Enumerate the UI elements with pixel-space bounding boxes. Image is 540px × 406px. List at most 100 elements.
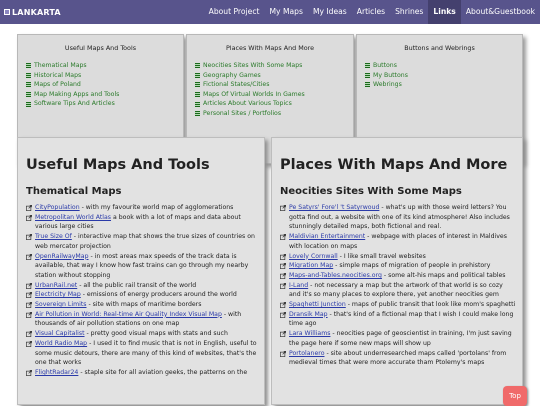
panel-link[interactable]: Software Tips And Articles [26,99,183,109]
nav-about-project[interactable]: About Project [204,0,265,24]
entry-link[interactable]: Electricity Map [35,291,81,298]
list-item: Dransik Map - that's kind of a fictional… [280,310,516,329]
panel-link[interactable]: My Buttons [365,71,522,81]
entry-link[interactable]: I-Land [289,282,308,289]
external-link-icon [26,311,32,318]
entry-link[interactable]: Migration Map [289,262,333,269]
list-item: Portolanero - site about underresearched… [280,349,516,368]
panel-link[interactable]: Personal Sites / Portfolios [195,109,353,119]
external-link-icon [280,253,286,260]
list-item: Visual Capitalist - pretty good visual m… [26,329,258,339]
nav-about-guestbook[interactable]: About&Guestbook [461,0,540,24]
external-link-icon [26,214,32,221]
external-link-icon [26,369,32,376]
panel-link-label[interactable]: Software Tips And Articles [34,99,115,109]
entry-link[interactable]: World Radio Map [35,340,87,347]
entry-link[interactable]: Pe Satyrs' Fore'l 't Satyrwoud [289,204,379,211]
panel-link[interactable]: Maps Of Virtual Worlds In Games [195,90,353,100]
entry-link[interactable]: Sovereign Limits [35,301,87,308]
entry-link[interactable]: CityPopulation [35,204,80,211]
entry-link[interactable]: Portolanero [289,350,324,357]
link-entries: Pe Satyrs' Fore'l 't Satyrwoud - what's … [280,203,516,368]
panel-link[interactable]: Geography Games [195,71,353,81]
nav-links[interactable]: Links [428,0,461,24]
panel-link-list: Buttons My Buttons Webrings [365,61,522,90]
panel-link-label[interactable]: Maps Of Virtual Worlds In Games [203,90,305,100]
external-link-icon [280,234,286,241]
list-item: Metropolitan World Atlas a book with a l… [26,213,258,232]
entry-link[interactable]: Metropolitan World Atlas [35,214,111,221]
external-link-icon [280,272,286,279]
external-link-icon [280,331,286,338]
entry-description: - not necessary a map but the artwork of… [289,281,503,299]
list-item: Electricity Map - emissions of energy pr… [26,290,258,300]
panel-link-label[interactable]: Maps of Poland [34,80,81,90]
panel-link-label[interactable]: Historical Maps [34,71,81,81]
panel-link-label[interactable]: Map Making Apps and Tools [34,90,119,100]
list-bullet-icon [365,63,370,69]
panel-link[interactable]: Neocities Sites With Some Maps [195,61,353,71]
panel-link-label[interactable]: Fictional States/Cities [203,80,269,90]
list-bullet-icon [195,111,200,117]
entry-description: - staple site for all aviation geeks, th… [78,368,248,376]
panel-link-label[interactable]: My Buttons [373,71,408,81]
entry-link[interactable]: Visual Capitalist [35,330,85,337]
panel-link[interactable]: Articles About Various Topics [195,99,353,109]
list-item: OpenRailwayMap - in most areas max speed… [26,252,258,281]
external-link-icon [26,205,32,211]
panel-link[interactable]: Fictional States/Cities [195,80,353,90]
entry-description: - pretty good visual maps with stats and… [84,330,228,338]
back-to-top-button[interactable]: Top [503,386,527,406]
entry-link[interactable]: Maldivian Entertainment [289,233,365,240]
external-link-icon [280,302,286,308]
list-item: Lovely Cornwall - I like small travel we… [280,252,516,262]
panel-link-label[interactable]: Buttons [373,61,397,71]
list-bullet-icon [365,72,370,78]
panel-link-label[interactable]: Thematical Maps [34,61,87,71]
entry-link[interactable]: UrbanRail.net [35,282,77,289]
list-item: True Size Of - interactive map that show… [26,232,258,251]
entry-link[interactable]: Maps-and-Tables.neocities.org [289,272,382,279]
external-link-icon [26,282,32,289]
panel-link[interactable]: Maps of Poland [26,80,183,90]
external-link-icon [26,292,32,299]
list-item: FlightRadar24 - staple site for all avia… [26,368,258,378]
list-item: Migration Map - simple maps of migration… [280,261,516,271]
subsection-heading: Neocities Sites With Some Maps [280,186,462,197]
list-bullet-icon [26,82,31,88]
list-item: Spaghetti Junction - maps of public tran… [280,300,516,310]
entry-link[interactable]: FlightRadar24 [35,369,78,376]
entry-link[interactable]: True Size Of [35,233,72,240]
panel-link[interactable]: Historical Maps [26,71,183,81]
nav-my-maps[interactable]: My Maps [264,0,307,24]
external-link-icon [26,234,32,241]
entry-link[interactable]: Lara Williams [289,330,330,337]
entry-description: - I like small travel websites [337,252,426,260]
entry-description: - site with maps of maritime borders [86,301,202,309]
panel-link[interactable]: Webrings [365,80,522,90]
panel-link[interactable]: Buttons [365,61,522,71]
entry-link[interactable]: Air Pollution in World: Real-time Air Qu… [35,311,222,318]
panel-link-label[interactable]: Geography Games [203,71,261,81]
list-item: I-Land - not necessary a map but the art… [280,281,516,300]
panel-link-label[interactable]: Personal Sites / Portfolios [203,109,281,119]
entry-link[interactable]: Lovely Cornwall [289,253,338,260]
panel-link-label[interactable]: Neocities Sites With Some Maps [203,61,302,71]
entry-link[interactable]: Spaghetti Junction [289,301,346,308]
panel-link[interactable]: Map Making Apps and Tools [26,90,183,100]
section-heading: Useful Maps And Tools [26,157,210,173]
panel-link-label[interactable]: Webrings [373,80,402,90]
main-nav: About Project My Maps My Ideas Articles … [204,0,540,24]
panel-link-label[interactable]: Articles About Various Topics [203,99,292,109]
nav-articles[interactable]: Articles [352,0,390,24]
entry-link[interactable]: Dransik Map [289,311,328,318]
list-bullet-icon [195,72,200,78]
site-logo[interactable]: LANKARTA [4,4,61,20]
top-navigation-bar: LANKARTA About Project My Maps My Ideas … [0,0,540,24]
nav-my-ideas[interactable]: My Ideas [308,0,352,24]
panel-link[interactable]: Thematical Maps [26,61,183,71]
list-item: UrbanRail.net - all the public rail tran… [26,281,258,291]
nav-shrines[interactable]: Shrines [390,0,428,24]
list-item: CityPopulation - with my favourite world… [26,203,258,213]
entry-link[interactable]: OpenRailwayMap [35,253,89,260]
